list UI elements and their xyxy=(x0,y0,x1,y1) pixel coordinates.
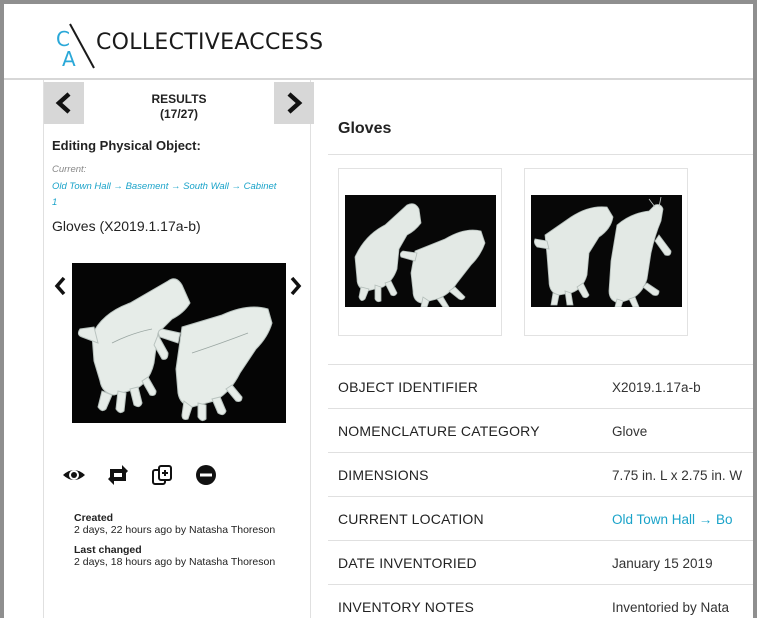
page-title: Gloves xyxy=(338,120,392,137)
svg-text:A: A xyxy=(62,47,76,70)
object-actions xyxy=(62,462,222,488)
field-value: Inventoried by Nata xyxy=(612,600,730,615)
created-text: 2 days, 22 hours ago by Natasha Thoreson xyxy=(74,524,276,536)
next-result-button[interactable] xyxy=(274,82,314,124)
previous-result-button[interactable] xyxy=(44,82,84,124)
last-changed-text: 2 days, 18 hours ago by Natasha Thoreson xyxy=(74,556,276,568)
field-dimensions: DIMENSIONS 7.75 in. L x 2.75 in. W xyxy=(328,452,753,496)
view-button[interactable] xyxy=(62,463,86,487)
editing-title: Editing Physical Object: xyxy=(52,138,201,153)
chevron-right-icon xyxy=(287,92,303,114)
field-value: Glove xyxy=(612,424,648,439)
previous-image-button[interactable] xyxy=(54,276,66,296)
created-label: Created xyxy=(74,512,114,524)
created-info: Created 2 days, 22 hours ago by Natasha … xyxy=(74,512,299,536)
field-label: NOMENCLATURE CATEGORY xyxy=(338,423,540,439)
record-history: Created 2 days, 22 hours ago by Natasha … xyxy=(74,512,299,576)
swap-button[interactable] xyxy=(106,463,130,487)
last-changed-info: Last changed 2 days, 18 hours ago by Nat… xyxy=(74,544,299,568)
app-header: C A COLLECTIVEACCESS xyxy=(4,4,753,80)
gloves-image-1 xyxy=(345,195,496,307)
gloves-image-2 xyxy=(531,195,682,307)
results-counter: RESULTS (17/27) xyxy=(84,92,274,122)
app-window: C A COLLECTIVEACCESS RESULTS (17/27) Edi… xyxy=(0,0,757,618)
field-label: DATE INVENTORIED xyxy=(338,555,477,571)
duplicate-icon xyxy=(152,465,172,485)
next-image-button[interactable] xyxy=(290,276,302,296)
sidebar: RESULTS (17/27) Editing Physical Object:… xyxy=(43,80,314,618)
app-name: COLLECTIVEACCESS xyxy=(96,30,324,55)
field-label: CURRENT LOCATION xyxy=(338,511,484,527)
current-location-value-link[interactable]: Old Town Hall → Bo xyxy=(612,512,753,527)
chevron-left-icon xyxy=(55,92,71,114)
duplicate-button[interactable] xyxy=(150,463,174,487)
field-label: INVENTORY NOTES xyxy=(338,599,475,615)
object-detail: Gloves OBJECT IDENTIFIER X2019.1.17a-b N… xyxy=(314,80,753,618)
collectiveaccess-logo-icon: C A xyxy=(56,23,95,70)
title-divider xyxy=(328,154,753,155)
object-fields: OBJECT IDENTIFIER X2019.1.17a-b NOMENCLA… xyxy=(328,364,753,618)
field-value: January 15 2019 xyxy=(612,556,713,571)
view-icon xyxy=(63,470,85,480)
current-location-label: Current: xyxy=(52,164,87,175)
object-main-image[interactable] xyxy=(72,263,286,423)
field-value: X2019.1.17a-b xyxy=(612,380,701,395)
field-inventory-notes: INVENTORY NOTES Inventoried by Nata xyxy=(328,584,753,618)
object-name: Gloves (X2019.1.17a-b) xyxy=(52,218,201,234)
field-date-inventoried: DATE INVENTORIED January 15 2019 xyxy=(328,540,753,584)
delete-button[interactable] xyxy=(194,463,218,487)
swap-icon xyxy=(108,465,128,485)
field-label: OBJECT IDENTIFIER xyxy=(338,379,479,395)
results-label: RESULTS xyxy=(151,92,207,106)
thumbnail-1[interactable] xyxy=(338,168,502,336)
last-changed-label: Last changed xyxy=(74,544,142,556)
field-value: 7.75 in. L x 2.75 in. W xyxy=(612,468,743,483)
results-nav: RESULTS (17/27) xyxy=(44,82,314,124)
results-count: (17/27) xyxy=(159,107,199,121)
field-current-location: CURRENT LOCATION Old Town Hall → Bo xyxy=(328,496,753,540)
field-object-identifier: OBJECT IDENTIFIER X2019.1.17a-b xyxy=(328,364,753,408)
field-nomenclature-category: NOMENCLATURE CATEGORY Glove xyxy=(328,408,753,452)
gloves-image xyxy=(77,278,273,422)
thumbnail-2[interactable] xyxy=(524,168,688,336)
current-location-link[interactable]: Old Town Hall → Basement → South Wall → … xyxy=(52,179,277,211)
delete-icon xyxy=(196,465,216,485)
field-label: DIMENSIONS xyxy=(338,467,429,483)
